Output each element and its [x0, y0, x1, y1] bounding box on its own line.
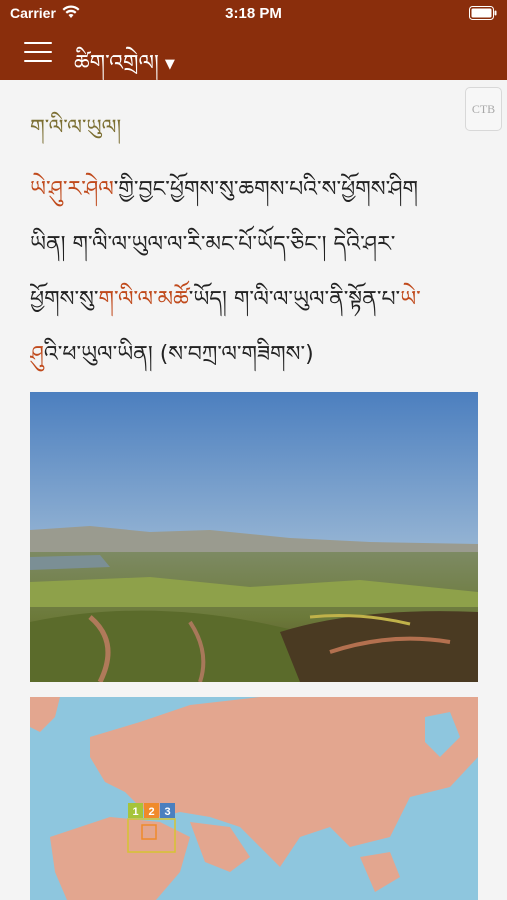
- body-text: ་ཡོད། ག་ལི་ལ་ཡུལ་ནི་སྟོན་པ་: [188, 287, 401, 312]
- map-label-2: 2: [148, 806, 154, 818]
- sea-of-galilee-link[interactable]: ག་ལི་ལ་མཚོ: [99, 287, 189, 312]
- article-content: CTB ག་ལི་ལ་ཡུལ། ཡེ་ཤུ་ར་ཤེལ་གྱི་བྱང་ཕྱོག…: [0, 80, 507, 900]
- galilee-landscape-photo: [30, 392, 478, 682]
- jerusalem-link[interactable]: ཡེ་ཤུ་ར་ཤེལ: [30, 177, 114, 202]
- body-line: ཡིན། ག་ལི་ལ་ཡུལ་ལ་རི་མང་པོ་ཡོད་ཅིང་། དེའ…: [30, 217, 480, 272]
- chevron-down-icon: ▼: [164, 56, 175, 72]
- body-text: ཡིན། ག་ལི་ལ་ཡུལ་ལ་རི་མང་པོ་ཡོད་ཅིང་། དེའ…: [30, 232, 396, 257]
- map-label-1: 1: [132, 806, 138, 818]
- body-text: ་གྱི་བྱང་ཕྱོགས་སུ་ཆགས་པའི་ས་ཕྱོགས་ཤིག: [113, 177, 419, 202]
- battery-icon: [469, 6, 497, 20]
- jesus-link[interactable]: ཡེ་: [400, 287, 421, 312]
- body-line: ཤུའི་ཕ་ཡུལ་ཡིན། (ས་བཀྲ་ལ་གཟིགས་): [30, 327, 480, 382]
- nav-title: ཚིག་འགྲེལ།: [74, 51, 159, 76]
- menu-icon[interactable]: [24, 42, 52, 64]
- article-body: ཡེ་ཤུ་ར་ཤེལ་གྱི་བྱང་ཕྱོགས་སུ་ཆགས་པའི་ས་ཕ…: [30, 162, 480, 382]
- map-label-3: 3: [164, 806, 170, 818]
- jesus-link-continued[interactable]: ཤུ: [30, 342, 44, 367]
- article-heading: ག་ལི་ལ་ཡུལ།: [30, 115, 122, 139]
- ctb-button[interactable]: CTB: [465, 87, 502, 131]
- body-line: ཡེ་ཤུ་ར་ཤེལ་གྱི་བྱང་ཕྱོགས་སུ་ཆགས་པའི་ས་ཕ…: [30, 162, 480, 217]
- body-text: ཕྱོགས་སུ་: [30, 287, 99, 312]
- status-bar: Carrier 3:18 PM: [0, 0, 507, 28]
- body-line: ཕྱོགས་སུ་ག་ལི་ལ་མཚོ་ཡོད། ག་ལི་ལ་ཡུལ་ནི་ས…: [30, 272, 480, 327]
- body-text: འི་ཕ་ཡུལ་ཡིན། (ས་བཀྲ་ལ་གཟིགས་): [43, 342, 314, 367]
- nav-bar: ཚིག་འགྲེལ། ▼: [0, 28, 507, 80]
- clock: 3:18 PM: [225, 5, 282, 22]
- region-map[interactable]: 1 2 3: [30, 697, 478, 900]
